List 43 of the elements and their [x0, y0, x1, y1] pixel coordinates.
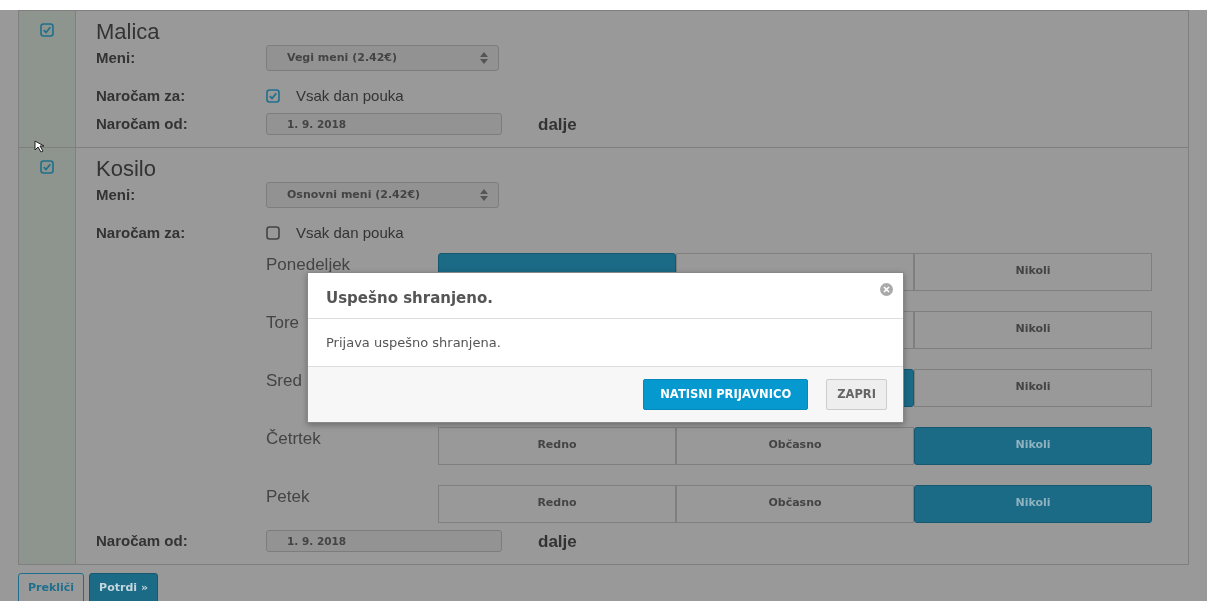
date-suffix: dalje	[538, 113, 577, 136]
date-suffix: dalje	[538, 530, 577, 553]
checkbox[interactable]	[40, 160, 54, 174]
sort-caret-icon	[480, 52, 488, 64]
frequency-option[interactable]: Nikoli	[914, 484, 1152, 523]
field-label: Naročam od:	[96, 531, 189, 551]
frequency-option[interactable]: Redno	[438, 484, 676, 523]
checkbox-label: Vsak dan pouka	[296, 223, 404, 243]
checkbox[interactable]	[266, 226, 280, 241]
day-label: Četrtek	[266, 428, 321, 448]
day-label: Ponedeljek	[266, 254, 351, 274]
dialog-title: Uspešno shranjeno.	[326, 288, 494, 309]
day-label: Petek	[266, 486, 310, 506]
menu-select[interactable]: Osnovni meni (2.42€)	[266, 182, 499, 208]
close-button[interactable]: ZAPRI	[826, 379, 887, 410]
field-label: Naročam od:	[96, 114, 189, 134]
frequency-option[interactable]: Redno	[438, 426, 676, 465]
frequency-option[interactable]: Nikoli	[914, 310, 1152, 349]
print-button[interactable]: NATISNI PRIJAVNICO	[643, 379, 809, 410]
date-field[interactable]: 1. 9. 2018	[266, 530, 502, 553]
section-title: Malica	[96, 19, 161, 45]
field-label: Naročam za:	[96, 223, 187, 243]
close-icon[interactable]	[880, 283, 893, 296]
field-label: Meni:	[96, 184, 137, 205]
menu-select[interactable]: Vegi meni (2.42€)	[266, 45, 499, 71]
date-field[interactable]: 1. 9. 2018	[266, 113, 502, 136]
field-label: Meni:	[96, 47, 137, 68]
day-label: Tore	[266, 312, 300, 332]
field-label: Naročam za:	[96, 86, 187, 106]
dialog-message: Prijava uspešno shranjena.	[326, 335, 501, 350]
frequency-option[interactable]: Občasno	[676, 426, 914, 465]
frequency-option[interactable]: Nikoli	[914, 426, 1152, 465]
sort-caret-icon	[480, 189, 488, 201]
section-title: Kosilo	[96, 156, 157, 182]
checkbox-label: Vsak dan pouka	[296, 86, 404, 106]
cancel-button[interactable]: Prekliči	[18, 573, 85, 601]
frequency-option[interactable]: Nikoli	[914, 252, 1152, 291]
checkbox[interactable]	[266, 89, 280, 104]
checkbox[interactable]	[40, 23, 54, 37]
confirm-button[interactable]: Potrdi »	[89, 573, 158, 601]
frequency-option[interactable]: Nikoli	[914, 368, 1152, 407]
day-label: Sred	[266, 370, 302, 390]
frequency-option[interactable]: Občasno	[676, 484, 914, 523]
